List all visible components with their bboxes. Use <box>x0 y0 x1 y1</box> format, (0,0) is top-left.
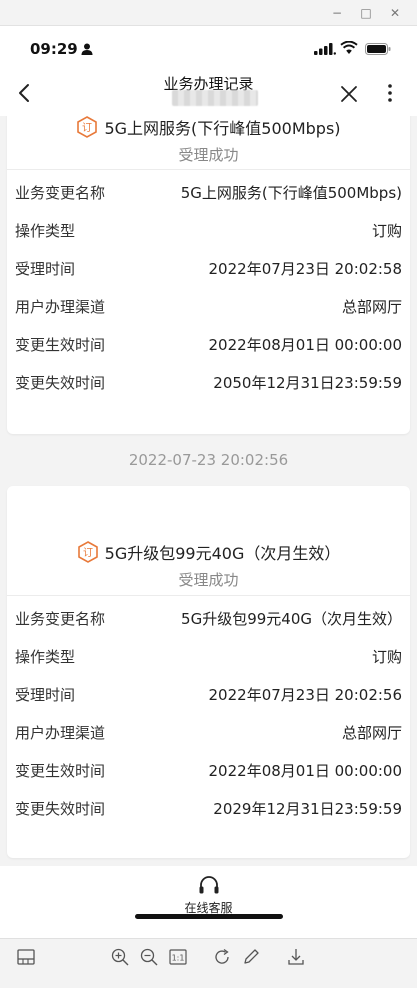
detail-row: 变更生效时间 2022年08月01日 00:00:00 <box>7 752 410 790</box>
row-value: 2022年08月01日 00:00:00 <box>208 336 402 354</box>
row-value: 订购 <box>371 648 402 666</box>
row-value: 2022年07月23日 20:02:58 <box>208 260 402 278</box>
row-value: 2022年08月01日 00:00:00 <box>208 762 402 780</box>
status-text: 受理成功 <box>178 571 239 589</box>
status-bar: 09:29 <box>0 26 417 68</box>
row-label: 受理时间 <box>15 686 76 704</box>
detail-row: 操作类型 订购 <box>7 212 410 250</box>
battery-icon <box>365 43 391 55</box>
detail-row: 受理时间 2022年07月23日 20:02:58 <box>7 250 410 288</box>
row-label: 变更失效时间 <box>15 374 106 392</box>
detail-row: 变更生效时间 2022年08月01日 00:00:00 <box>7 326 410 364</box>
detail-row: 业务变更名称 5G上网服务(下行峰值500Mbps) <box>7 174 410 212</box>
wifi-icon <box>340 41 358 54</box>
detail-row: 业务变更名称 5G升级包99元40G（次月生效） <box>7 600 410 638</box>
row-value: 5G上网服务(下行峰值500Mbps) <box>180 184 402 202</box>
row-label: 业务变更名称 <box>15 184 106 202</box>
headset-icon[interactable] <box>197 874 221 898</box>
close-window-button[interactable]: ✕ <box>386 4 404 22</box>
detail-row: 操作类型 订购 <box>7 638 410 676</box>
records-list[interactable]: 订 5G上网服务(下行峰值500Mbps) 受理成功 业务变更名称 5G上网服务… <box>0 116 417 938</box>
row-value: 订购 <box>371 222 402 240</box>
record-timestamp: 2022-07-23 20:02:56 <box>128 451 289 469</box>
row-value: 2022年07月23日 20:02:56 <box>208 686 402 704</box>
detail-row: 用户办理渠道 总部网厅 <box>7 288 410 326</box>
svg-text:订: 订 <box>83 547 93 559</box>
order-badge-icon: 订 <box>77 541 98 563</box>
order-badge-icon: 订 <box>77 116 98 138</box>
service-name: 5G升级包99元40G（次月生效） <box>104 544 341 563</box>
panel-toggle-icon[interactable] <box>16 947 36 967</box>
divider <box>7 169 410 170</box>
status-text: 受理成功 <box>178 146 239 164</box>
home-indicator <box>135 914 283 919</box>
zoom-out-icon[interactable] <box>139 947 159 967</box>
detail-row: 受理时间 2022年07月23日 20:02:56 <box>7 676 410 714</box>
more-vertical-icon[interactable] <box>382 82 398 104</box>
svg-text:1:1: 1:1 <box>172 954 185 963</box>
actual-size-button[interactable]: 1:1 <box>168 947 188 967</box>
row-value: 总部网厅 <box>341 298 402 316</box>
maximize-button[interactable]: □ <box>357 4 375 22</box>
viewer-toolbar: 1:1 <box>0 938 417 988</box>
row-label: 用户办理渠道 <box>15 298 106 316</box>
row-value: 2029年12月31日23:59:59 <box>213 800 402 818</box>
row-value: 2050年12月31日23:59:59 <box>213 374 402 392</box>
row-label: 操作类型 <box>15 222 76 240</box>
status-time: 09:29 <box>30 40 78 58</box>
row-label: 受理时间 <box>15 260 76 278</box>
customer-service-bar[interactable]: 在线客服 <box>0 866 417 938</box>
close-icon[interactable] <box>339 84 359 104</box>
record-card: 订 5G升级包99元40G（次月生效） 受理成功 业务变更名称 5G升级包99元… <box>7 486 410 858</box>
svg-text:订: 订 <box>82 122 92 134</box>
window-title-bar: − □ ✕ <box>0 0 417 26</box>
row-value: 总部网厅 <box>341 724 402 742</box>
row-label: 业务变更名称 <box>15 610 106 628</box>
detail-row: 变更失效时间 2029年12月31日23:59:59 <box>7 790 410 828</box>
minimize-button[interactable]: − <box>328 4 346 22</box>
record-card: 订 5G上网服务(下行峰值500Mbps) 受理成功 业务变更名称 5G上网服务… <box>7 116 410 434</box>
service-name: 5G上网服务(下行峰值500Mbps) <box>104 119 341 138</box>
detail-row: 变更失效时间 2050年12月31日23:59:59 <box>7 364 410 402</box>
row-label: 变更生效时间 <box>15 762 106 780</box>
row-label: 用户办理渠道 <box>15 724 106 742</box>
row-label: 操作类型 <box>15 648 76 666</box>
row-value: 5G升级包99元40G（次月生效） <box>181 610 402 628</box>
nav-header: 业务办理记录 <box>0 68 417 116</box>
download-icon[interactable] <box>286 947 306 967</box>
row-label: 变更生效时间 <box>15 336 106 354</box>
zoom-in-icon[interactable] <box>110 947 130 967</box>
person-icon <box>81 43 93 55</box>
rotate-icon[interactable] <box>212 947 232 967</box>
detail-row: 用户办理渠道 总部网厅 <box>7 714 410 752</box>
row-label: 变更失效时间 <box>15 800 106 818</box>
divider <box>7 595 410 596</box>
edit-pencil-icon[interactable] <box>241 947 261 967</box>
blurred-subtitle <box>172 90 258 106</box>
cellular-signal-icon <box>314 43 336 55</box>
